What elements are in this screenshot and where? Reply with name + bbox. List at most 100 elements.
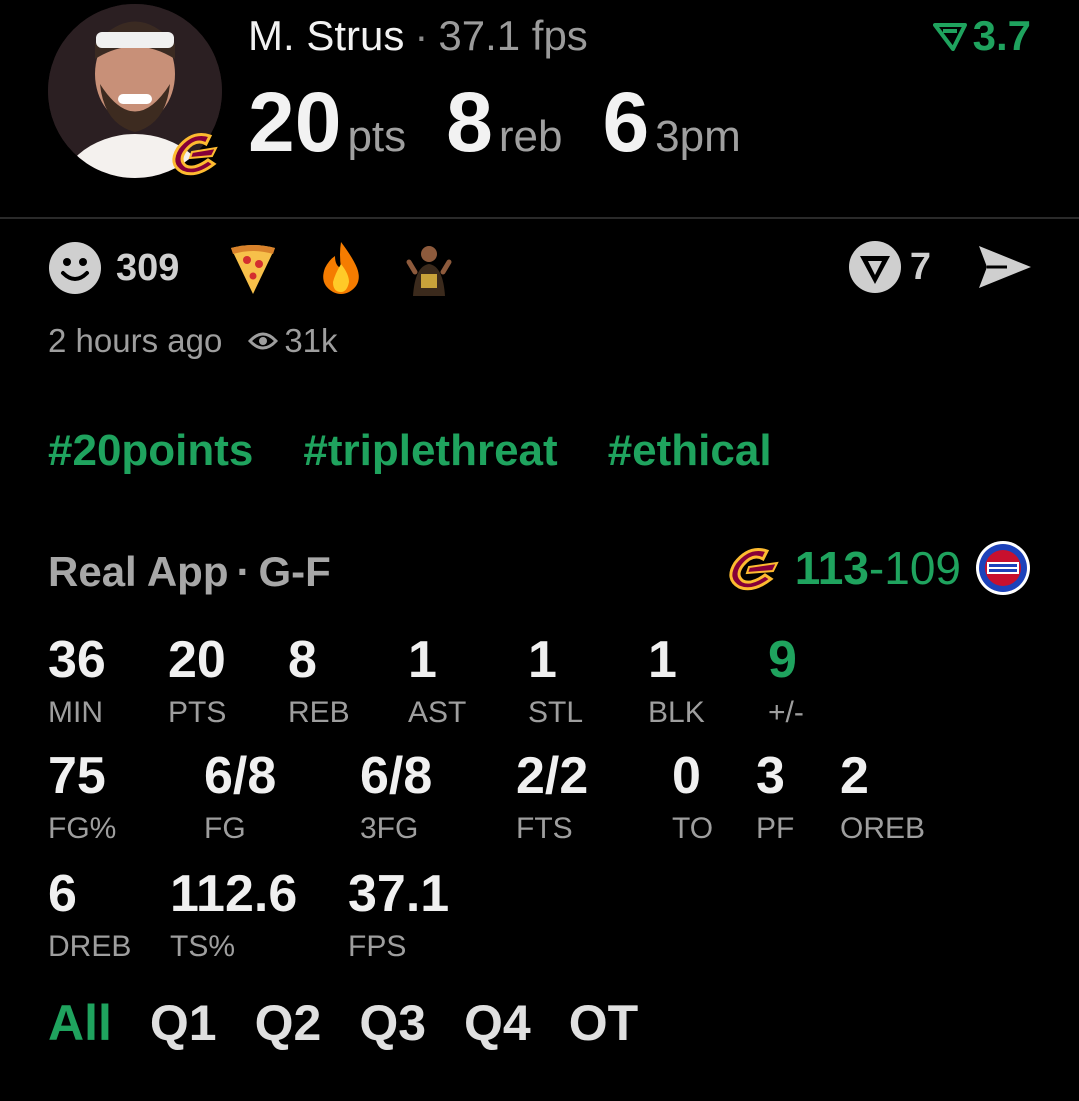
stat-stl: 1 STL [528,634,583,730]
stat-value: 2/2 [516,747,589,805]
stat-value: 1 [528,631,557,689]
stat-fts: 2/2 FTS [516,750,588,846]
stat-plus-minus: 9 +/- [768,634,804,730]
stat-ast: 1 AST [408,634,466,730]
stat-3fg: 6/8 3FG [360,750,432,846]
pizza-icon[interactable] [225,240,281,296]
share-row: 7 [848,240,1033,294]
headline-3pm-value: 6 [602,75,650,169]
headline-reb-value: 8 [446,75,493,169]
tab-q3[interactable]: Q3 [359,994,426,1052]
eye-icon [248,332,279,350]
stat-label: FG [204,812,246,845]
share-count: 7 [909,245,931,288]
tab-q4[interactable]: Q4 [464,994,531,1052]
send-icon[interactable] [977,244,1033,290]
stat-label: FTS [516,812,573,845]
cavaliers-logo-icon [162,122,228,188]
stat-label: REB [288,696,350,729]
stat-blk: 1 BLK [648,634,705,730]
tab-q2[interactable]: Q2 [255,994,322,1052]
stat-value: 112.6 [170,865,298,923]
stat-fg: 6/8 FG [204,750,276,846]
headline-reb-unit: reb [498,112,563,161]
stat-fg-pct: 75 FG% [48,750,116,846]
stat-label: DREB [48,930,132,963]
source-separator: · [236,548,251,595]
stat-reb: 8 REB [288,634,350,730]
source-line: Real App · G-F [48,548,331,596]
stat-value: 1 [648,631,677,689]
stat-value: 37.1 [348,865,450,923]
stat-label: PTS [168,696,227,729]
name-separator: · [414,12,429,59]
game-score[interactable]: 113-109 [723,540,1031,596]
stat-value: 1 [408,631,437,689]
stat-pf: 3 PF [756,750,794,846]
time-ago: 2 hours ago [48,322,223,359]
view-count: 31k [248,322,338,360]
views-value: 31k [284,322,338,359]
rating-trend-icon [932,23,967,51]
stat-value: 20 [168,631,226,689]
stat-fps: 37.1 FPS [348,868,449,964]
headline-pts-unit: pts [347,112,407,161]
rating-badge[interactable]: 3.7 [932,12,1031,60]
home-score: 113 [794,542,869,594]
rating-value: 3.7 [972,12,1031,59]
hashtag[interactable]: #20points [48,426,253,476]
player-name[interactable]: M. Strus [248,12,404,59]
stat-value: 0 [672,747,701,805]
post-meta: 2 hours ago 31k [48,322,338,360]
stat-value: 3 [756,747,785,805]
stat-value: 6/8 [204,747,277,805]
stat-value: 36 [48,631,106,689]
divider [0,217,1079,219]
hashtags: #20points #triplethreat #ethical [48,426,772,476]
stat-dreb: 6 DREB [48,868,131,964]
stat-label: BLK [648,696,705,729]
away-score: 109 [884,542,961,594]
stat-label: OREB [840,812,926,845]
tab-all[interactable]: All [48,994,112,1052]
reactions-row: 309 [48,240,489,296]
player-name-line: M. Strus · 37.1 fps [248,12,588,60]
stat-label: MIN [48,696,103,729]
stat-to: 0 TO [672,750,713,846]
score-text: 113-109 [795,541,961,595]
fire-icon[interactable] [313,240,369,296]
stat-label: STL [528,696,584,729]
smiley-icon[interactable] [48,241,102,295]
hashtag[interactable]: #triplethreat [303,426,557,476]
player-position: G-F [258,548,331,595]
stat-label: FG% [48,812,117,845]
stat-value: 75 [48,747,106,805]
pistons-logo-icon [976,541,1030,595]
stat-label: PF [756,812,795,845]
player-reaction-icon[interactable] [401,240,458,296]
stat-value: 6/8 [360,747,433,805]
tab-q1[interactable]: Q1 [150,994,217,1052]
stat-label: TO [672,812,714,845]
cavaliers-logo-icon [729,548,779,591]
stat-ts-pct: 112.6 TS% [170,868,297,964]
stat-label: FPS [348,930,407,963]
stat-label: 3FG [360,812,419,845]
stat-label: TS% [170,930,236,963]
headline-3pm-unit: 3pm [655,112,741,161]
headline-pts-value: 20 [248,75,342,169]
reaction-count[interactable]: 309 [116,247,179,290]
stat-oreb: 2 OREB [840,750,925,846]
stat-pts: 20 PTS [168,634,226,730]
stat-label: AST [408,696,467,729]
stat-value: 8 [288,631,317,689]
stat-label: +/- [768,696,804,729]
headline-stats: 20 pts 8 reb 6 3pm [248,74,781,171]
real-logo-icon[interactable] [848,240,902,294]
player-fps: 37.1 fps [438,12,588,59]
stat-value: 9 [768,631,797,689]
period-filter-tabs: All Q1 Q2 Q3 Q4 OT [48,994,638,1052]
hashtag[interactable]: #ethical [608,426,772,476]
tab-ot[interactable]: OT [569,994,638,1052]
score-separator: - [868,542,885,594]
